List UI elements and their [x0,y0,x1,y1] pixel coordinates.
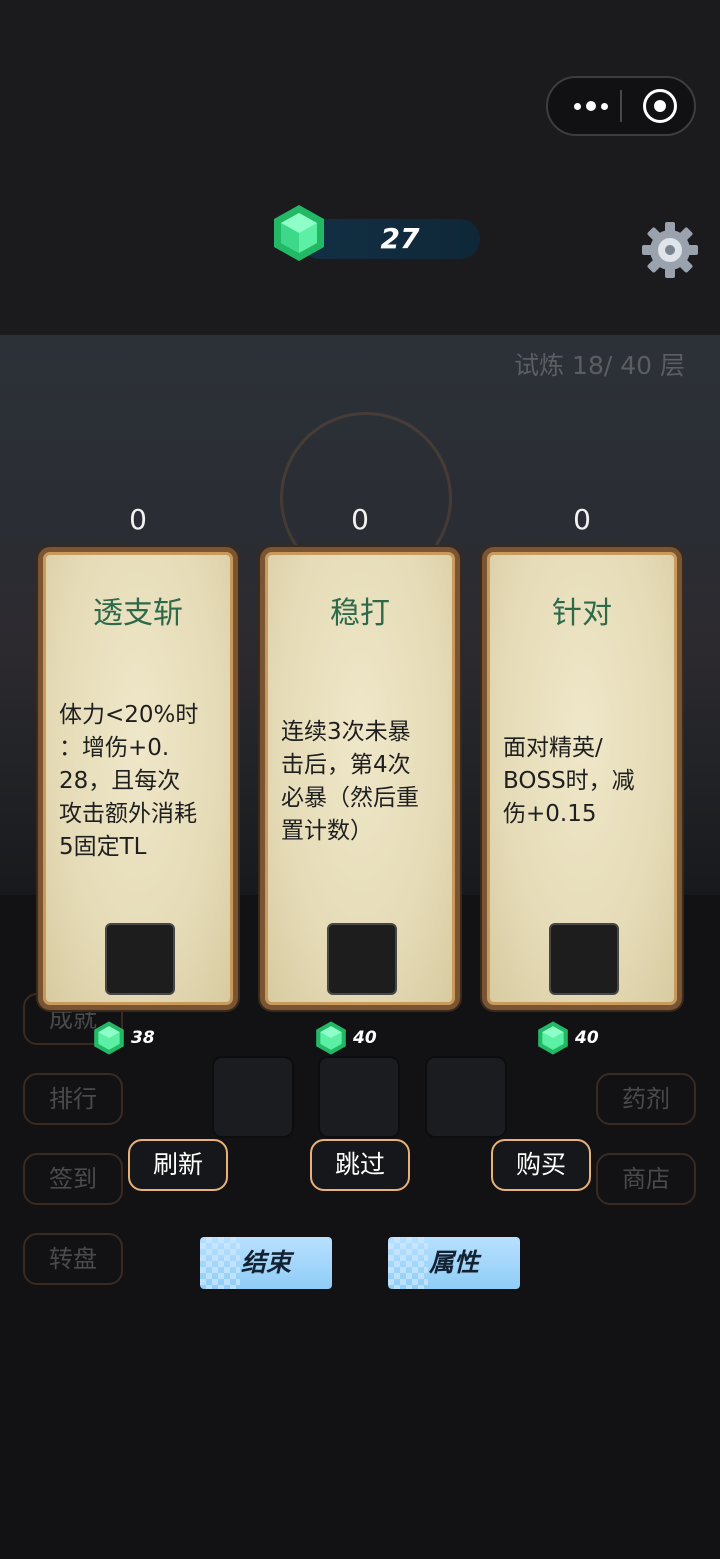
gem-icon [94,1021,124,1055]
card-count: 0 [351,503,369,536]
attributes-button[interactable]: 属性 [388,1237,520,1289]
skill-card-title: 针对 [552,596,612,631]
capsule-divider [620,90,622,122]
button-pattern [200,1237,240,1289]
menu-potion-button[interactable]: 药剂 [596,1073,696,1125]
skill-card[interactable]: 针对 面对精英/ BOSS时，减 伤+0.15 [482,547,682,1010]
buy-button[interactable]: 购买 [491,1139,591,1191]
menu-ranking-button[interactable]: 排行 [23,1073,123,1125]
skill-card-title: 稳打 [330,596,390,631]
target-circle-icon[interactable] [643,89,677,123]
skill-card[interactable]: 稳打 连续3次未暴 击后，第4次 必暴（然后重 置计数） [260,547,460,1010]
card-price: 40 [315,1020,377,1056]
menu-shop-button[interactable]: 商店 [596,1153,696,1205]
refresh-button[interactable]: 刷新 [128,1139,228,1191]
more-dots-icon[interactable] [568,78,614,134]
skill-card[interactable]: 透支斩 体力<20%时 ：增伤+0. 28，且每次 攻击额外消耗 5固定TL [38,547,238,1010]
skill-card-title: 透支斩 [93,596,183,631]
button-pattern [388,1237,428,1289]
top-bar [0,0,720,335]
card-count: 0 [573,503,591,536]
gem-balance: 27 [300,219,480,259]
skill-card-description: 面对精英/ BOSS时，减 伤+0.15 [503,735,635,827]
mini-program-capsule [546,76,696,136]
gem-count: 27 [380,222,420,255]
gem-icon [316,1021,346,1055]
skill-card-icon-slot [327,923,397,995]
card-price: 38 [93,1020,155,1056]
gear-icon[interactable] [640,220,700,280]
card-price: 40 [537,1020,599,1056]
skip-button[interactable]: 跳过 [310,1139,410,1191]
gem-icon [538,1021,568,1055]
equip-slot[interactable] [425,1056,507,1138]
menu-checkin-button[interactable]: 签到 [23,1153,123,1205]
equip-slot[interactable] [212,1056,294,1138]
skill-card-icon-slot [105,923,175,995]
skill-card-description: 体力<20%时 ：增伤+0. 28，且每次 攻击额外消耗 5固定TL [59,702,199,860]
gem-icon [274,205,324,261]
equip-slot[interactable] [318,1056,400,1138]
menu-wheel-button[interactable]: 转盘 [23,1233,123,1285]
trial-floor-label: 试炼 18/ 40 层 [514,351,685,380]
end-button[interactable]: 结束 [200,1237,332,1289]
skill-card-description: 连续3次未暴 击后，第4次 必暴（然后重 置计数） [281,719,419,844]
card-count: 0 [129,503,147,536]
skill-card-icon-slot [549,923,619,995]
